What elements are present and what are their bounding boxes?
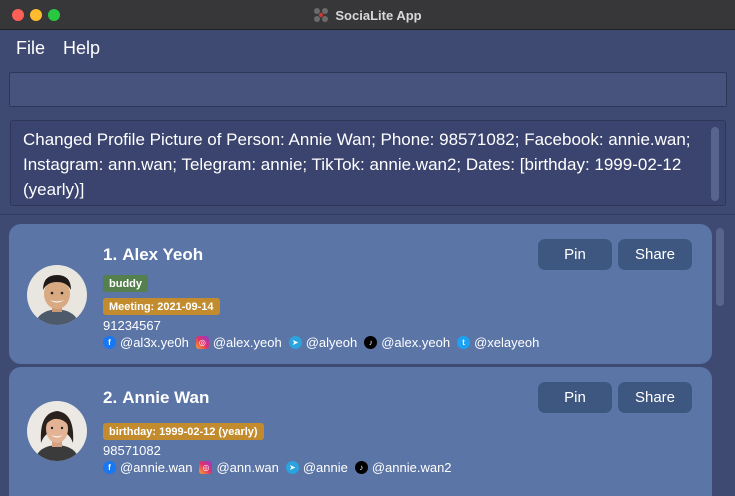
tiktok-handle: ♪ @alex.yeoh — [364, 335, 450, 350]
instagram-handle: ◎ @alex.yeoh — [195, 335, 282, 350]
list-scrollbar[interactable] — [716, 228, 724, 306]
telegram-icon: ➤ — [288, 336, 302, 349]
date-badge: Meeting: 2021-09-14 — [103, 298, 220, 315]
social-handles: f @al3x.ye0h ◎ @alex.yeoh ➤ @alyeoh ♪ @a… — [103, 335, 546, 350]
menu-file[interactable]: File — [16, 38, 45, 59]
facebook-text: @al3x.ye0h — [120, 335, 189, 350]
telegram-handle: ➤ @annie — [285, 460, 348, 475]
person-list: 1. Alex Yeoh Pin Share buddy Meeting: 202… — [0, 215, 735, 496]
tag-badge: buddy — [103, 275, 148, 292]
person-name-text: Alex Yeoh — [122, 245, 204, 264]
date-badge: birthday: 1999-02-12 (yearly) — [103, 423, 264, 440]
title-bar: SociaLite App — [0, 0, 735, 30]
tiktok-icon: ♪ — [364, 336, 378, 349]
result-scrollbar[interactable] — [711, 127, 719, 201]
result-display: Changed Profile Picture of Person: Annie… — [10, 120, 726, 206]
instagram-icon: ◎ — [199, 461, 213, 474]
instagram-icon: ◎ — [195, 336, 209, 349]
share-button[interactable]: Share — [618, 382, 692, 413]
pin-button[interactable]: Pin — [538, 239, 612, 270]
person-card[interactable]: 1. Alex Yeoh Pin Share buddy Meeting: 202… — [9, 224, 712, 364]
facebook-icon: f — [103, 461, 116, 474]
telegram-text: @alyeoh — [305, 335, 358, 350]
avatar-photo-icon — [27, 265, 87, 325]
phone-number: 91234567 — [103, 318, 161, 333]
person-card[interactable]: 2. Annie Wan Pin Share birthday: 1999-02-… — [9, 367, 712, 496]
facebook-text: @annie.wan — [120, 460, 193, 475]
app-icon — [314, 8, 329, 22]
telegram-handle: ➤ @alyeoh — [288, 335, 358, 350]
avatar — [27, 401, 87, 461]
twitter-icon: t — [457, 336, 471, 349]
tiktok-icon: ♪ — [354, 461, 368, 474]
tiktok-text: @annie.wan2 — [371, 460, 452, 475]
facebook-handle: f @al3x.ye0h — [103, 335, 189, 350]
pin-button[interactable]: Pin — [538, 382, 612, 413]
telegram-text: @annie — [302, 460, 348, 475]
avatar — [27, 265, 87, 325]
tiktok-handle: ♪ @annie.wan2 — [354, 460, 452, 475]
share-button[interactable]: Share — [618, 239, 692, 270]
instagram-text: @alex.yeoh — [212, 335, 282, 350]
avatar-photo-icon — [27, 401, 87, 461]
window-title: SociaLite App — [335, 7, 422, 23]
person-index: 1. — [103, 245, 118, 264]
person-name: 2. Annie Wan — [103, 388, 209, 408]
person-name: 1. Alex Yeoh — [103, 245, 203, 265]
facebook-handle: f @annie.wan — [103, 460, 192, 475]
social-handles: f @annie.wan ◎ @ann.wan ➤ @annie ♪ @anni… — [103, 460, 459, 475]
person-index: 2. — [103, 388, 118, 407]
twitter-text: @xelayeoh — [474, 335, 540, 350]
telegram-icon: ➤ — [285, 461, 299, 474]
facebook-icon: f — [103, 336, 116, 349]
title-wrap: SociaLite App — [0, 0, 735, 30]
command-input[interactable] — [9, 72, 727, 107]
instagram-handle: ◎ @ann.wan — [199, 460, 279, 475]
menu-help[interactable]: Help — [63, 38, 100, 59]
person-name-text: Annie Wan — [122, 388, 210, 407]
phone-number: 98571082 — [103, 443, 161, 458]
result-text: Changed Profile Picture of Person: Annie… — [23, 130, 691, 199]
instagram-text: @ann.wan — [216, 460, 279, 475]
tiktok-text: @alex.yeoh — [381, 335, 451, 350]
twitter-handle: t @xelayeoh — [457, 335, 539, 350]
menu-bar: File Help — [0, 30, 735, 66]
